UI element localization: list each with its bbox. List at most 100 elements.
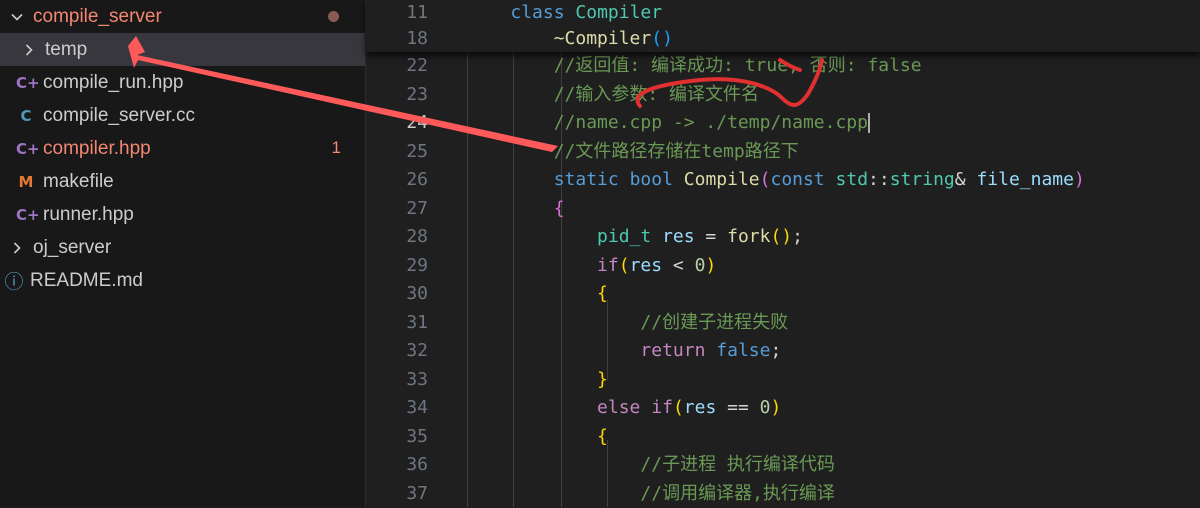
code-line[interactable]: 23 //输入参数: 编译文件名 [366,81,1200,110]
code-token: < [662,255,695,276]
code-token: ( [619,255,630,276]
tree-item-oj-server[interactable]: oj_server [0,231,365,264]
code-token: } [597,369,608,390]
tree-item-label: compiler.hpp [43,138,151,160]
tree-item-label: compile_server [33,6,162,28]
code-editor[interactable]: 22 //返回值: 编译成功: true, 否则: false23 //输入参数… [366,0,1200,507]
tree-item-label: compile_run.hpp [43,72,183,94]
code-token: bool [630,169,673,190]
code-token [467,426,597,447]
code-token: fork [727,226,770,247]
code-line[interactable]: 24 //name.cpp -> ./temp/name.cpp [366,109,1200,138]
code-line[interactable]: 33 } [366,366,1200,395]
code-token: Compile [684,169,760,190]
code-token: { [597,283,608,304]
code-token: ( [673,397,684,418]
code-line[interactable]: 22 //返回值: 编译成功: true, 否则: false [366,52,1200,81]
code-token [619,169,630,190]
code-token [467,2,510,23]
code-line[interactable]: 27 { [366,195,1200,224]
line-number: 36 [366,451,428,480]
code-token: ) [771,397,782,418]
tree-item-runner-hpp[interactable]: C+ runner.hpp [0,198,365,231]
problem-count-badge: 1 [332,138,341,158]
code-token [565,2,576,23]
code-token [467,141,554,162]
code-token: class [510,2,564,23]
line-number: 35 [366,423,428,452]
code-token [467,312,640,333]
tree-item-readme-md[interactable]: ⓘ README.md [0,264,365,297]
tree-item-compile-server-cc[interactable]: C compile_server.cc [0,99,365,132]
code-token [467,340,640,361]
code-line[interactable]: 11 class Compiler [366,0,1200,28]
code-token: ; [792,226,803,247]
code-token [825,169,836,190]
code-line[interactable]: 32 return false; [366,337,1200,366]
code-line[interactable]: 18 ~Compiler() [366,25,1200,54]
code-line[interactable]: 36 //子进程 执行编译代码 [366,451,1200,480]
line-number: 29 [366,252,428,281]
code-token: == [716,397,759,418]
code-token: ) [705,255,716,276]
code-token: //输入参数: 编译文件名 [554,84,759,105]
code-token: //返回值: 编译成功: true, 否则: false [554,55,922,76]
code-token: false [716,340,770,361]
line-number: 18 [366,25,428,54]
code-token: ~Compiler [554,28,652,49]
code-token: if [651,397,673,418]
code-token: 0 [695,255,706,276]
code-line[interactable]: 26 static bool Compile(const std::string… [366,166,1200,195]
tree-item-label: makefile [43,171,114,193]
code-token [467,454,640,475]
code-token: //创建子进程失败 [640,312,788,333]
sticky-scroll-header[interactable]: 11 class Compiler18 ~Compiler() [366,0,1200,52]
line-number: 30 [366,280,428,309]
tree-item-compile-run-hpp[interactable]: C+ compile_run.hpp [0,66,365,99]
code-token: pid_t [597,226,651,247]
code-token [467,112,554,133]
tree-item-makefile[interactable]: M makefile [0,165,365,198]
code-token [467,369,597,390]
code-text: //创建子进程失败 [467,309,788,338]
line-number: 28 [366,223,428,252]
code-token: { [554,198,565,219]
code-line[interactable]: 29 if(res < 0) [366,252,1200,281]
line-number: 32 [366,337,428,366]
code-token: //文件路径存储在temp路径下 [554,141,799,162]
code-token: res [662,226,695,247]
code-line[interactable]: 31 //创建子进程失败 [366,309,1200,338]
code-token [640,397,651,418]
tree-item-temp[interactable]: temp [0,33,365,66]
text-cursor [868,113,870,133]
code-text: class Compiler [467,0,662,28]
code-line[interactable]: 37 //调用编译器,执行编译 [366,480,1200,508]
code-token: ; [770,340,781,361]
code-token: else [597,397,640,418]
code-line[interactable]: 35 { [366,423,1200,452]
code-text: { [467,280,608,309]
chevron-down-icon [10,10,24,24]
code-line[interactable]: 34 else if(res == 0) [366,394,1200,423]
code-line[interactable]: 28 pid_t res = fork(); [366,223,1200,252]
code-token: if [597,255,619,276]
code-token: //子进程 执行编译代码 [640,454,835,475]
code-text: return false; [467,337,781,366]
code-line[interactable]: 30 { [366,280,1200,309]
line-number: 31 [366,309,428,338]
code-line[interactable]: 25 //文件路径存储在temp路径下 [366,138,1200,167]
code-token: & [955,169,966,190]
code-text: //子进程 执行编译代码 [467,451,835,480]
line-number: 22 [366,52,428,81]
code-token: string [890,169,955,190]
tree-item-compiler-hpp[interactable]: C+ compiler.hpp 1 [0,132,365,165]
code-text: //文件路径存储在temp路径下 [467,138,799,167]
code-token: res [630,255,663,276]
code-token: return [640,340,705,361]
line-number: 26 [366,166,428,195]
code-token: Compiler [575,2,662,23]
tree-item-compile-server[interactable]: compile_server [0,0,365,33]
line-number: 23 [366,81,428,110]
chevron-right-icon [22,43,36,57]
explorer-sidebar: compile_server temp C+ compile_run.hpp C… [0,0,365,507]
